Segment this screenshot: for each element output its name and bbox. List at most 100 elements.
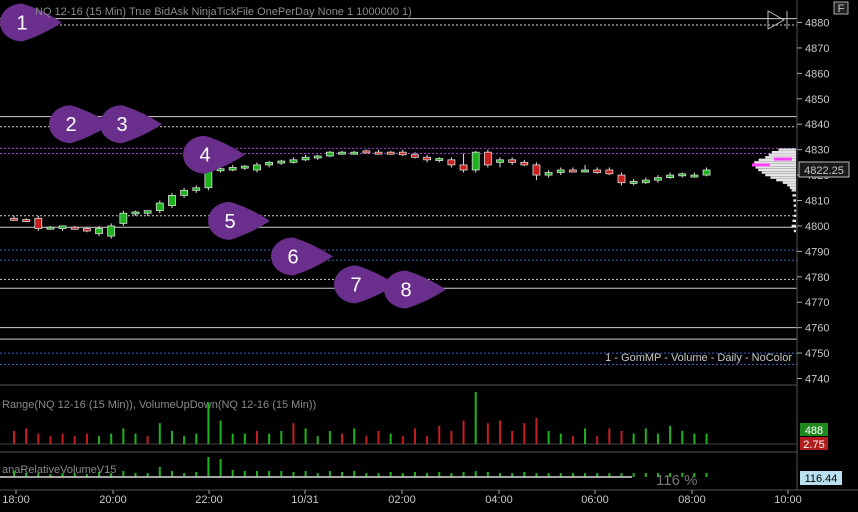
candle-body (155, 202, 164, 212)
volume-bar (571, 436, 574, 444)
volume-bar (474, 392, 477, 444)
volume-bar (644, 428, 647, 444)
volume-bar (195, 433, 198, 444)
profile-bar (791, 224, 796, 228)
volume-bar (98, 436, 101, 444)
profile-bar (794, 209, 796, 212)
volume-bar (535, 418, 538, 444)
profile-bar (765, 173, 796, 177)
candle-body (386, 151, 395, 155)
volume-bar (316, 436, 319, 444)
candle-body (180, 189, 189, 196)
candle-body (265, 161, 274, 166)
time-tick-label: 22:00 (195, 494, 223, 506)
f-button-label: F (838, 3, 845, 15)
price-tick-label: 4830 (805, 145, 829, 157)
candle-body (666, 174, 674, 179)
profile-poc-marker (774, 157, 792, 161)
candle-body (629, 181, 638, 184)
profile-bar (793, 204, 796, 207)
last-price-marker: 4822.25 (798, 161, 850, 178)
volume-bar (438, 425, 441, 444)
candle-body (107, 225, 116, 237)
profile-bar (768, 153, 796, 156)
callout-number: 4 (199, 145, 210, 167)
volume-bar (280, 431, 283, 444)
price-tick-label: 4860 (805, 68, 829, 80)
candle-body (483, 151, 492, 166)
candle-body (593, 169, 602, 173)
price-tick-label: 4760 (805, 323, 829, 335)
candle-body (459, 164, 468, 171)
candle-body (10, 217, 18, 221)
rel-volume-badge-value: 116.44 (805, 473, 838, 485)
candle-body (131, 211, 140, 215)
candle-body (569, 169, 577, 173)
volume-bar (486, 423, 489, 444)
volume-bar (243, 433, 246, 444)
price-panel-title: NQ 12-16 (15 Min) True BidAsk NinjaTickF… (35, 6, 412, 18)
candle-body (143, 210, 152, 214)
volume-bar (341, 433, 344, 444)
price-tick-label: 4850 (805, 94, 829, 106)
profile-bar (755, 166, 796, 169)
volume-up-value: 488 (805, 425, 823, 437)
volume-bar (304, 428, 307, 444)
profile-bar (791, 189, 796, 192)
volume-bar (413, 428, 416, 444)
volume-down-value: 2.75 (803, 439, 824, 451)
volume-bar (292, 423, 295, 444)
trading-chart[interactable]: 1 2 3 4 5 6 7 8 NQ 12-16 (15 Min) True BidAsk N… (0, 0, 858, 512)
volume-bar (268, 433, 271, 444)
profile-bar (778, 148, 796, 151)
candle-body (447, 159, 456, 166)
volume-bar (401, 436, 404, 444)
candle-body (95, 228, 103, 234)
candle-body (374, 151, 383, 155)
volume-panel-title: Range(NQ 12-16 (15 Min)), VolumeUpDown(N… (2, 399, 316, 411)
rel-volume-bar (219, 459, 222, 477)
candle-body (641, 179, 650, 184)
price-tick-label: 4780 (805, 272, 829, 284)
profile-bar (793, 199, 796, 202)
profile-bar (782, 181, 796, 184)
callout-number: 3 (116, 114, 127, 136)
rel-volume-badge: 116.44 (800, 471, 842, 485)
volume-bar (499, 420, 501, 444)
time-tick-label: 06:00 (581, 494, 609, 506)
candle-body (70, 226, 79, 230)
volume-bar (207, 402, 210, 444)
profile-bar (789, 186, 796, 189)
volume-bar (389, 433, 392, 444)
volume-bar (426, 436, 429, 444)
f-button[interactable]: F (833, 1, 849, 15)
candle-body (654, 177, 662, 181)
rel-volume-bar (158, 467, 161, 477)
candle-body (508, 159, 517, 163)
candle-body (301, 156, 310, 161)
candle-body (325, 151, 334, 157)
candle-body (289, 159, 298, 163)
volume-bar (547, 431, 550, 444)
time-tick-label: 18:00 (2, 494, 30, 506)
candle-body (556, 169, 565, 173)
time-tick-label: 02:00 (388, 494, 416, 506)
candle-body (277, 160, 286, 164)
volume-bar (365, 436, 368, 444)
candle-body (22, 219, 31, 222)
volume-bar (511, 431, 514, 444)
volume-bar (693, 433, 696, 444)
candle-body (253, 164, 261, 171)
candle-body (702, 169, 711, 176)
price-tick-label: 4870 (805, 43, 829, 55)
candle-body (690, 174, 699, 178)
price-tick-label: 4750 (805, 348, 829, 360)
volume-bar (25, 428, 28, 444)
volume-bar (608, 428, 611, 444)
volume-bar (122, 428, 125, 444)
candle-body (168, 195, 176, 206)
time-tick-label: 10:00 (774, 494, 802, 506)
candle-body (411, 154, 419, 158)
time-tick-label: 20:00 (99, 494, 127, 506)
time-tick-label: 08:00 (678, 494, 706, 506)
